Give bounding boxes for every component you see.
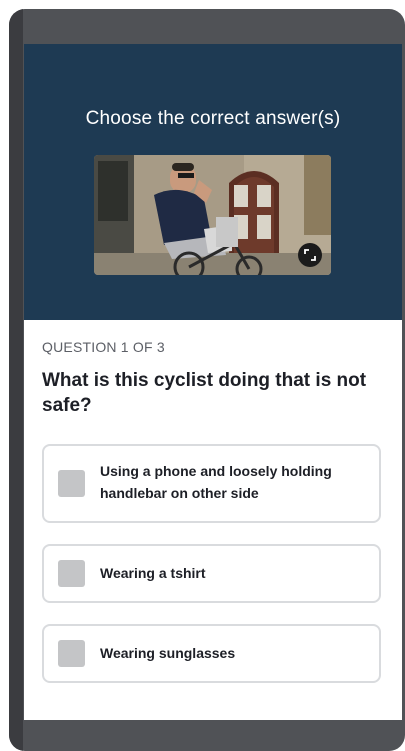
header-title: Choose the correct answer(s) <box>85 108 341 129</box>
cyclist-photo-image <box>94 155 331 275</box>
answer-checkbox-1[interactable] <box>58 470 85 497</box>
quiz-header: Choose the correct answer(s) <box>24 44 402 320</box>
answer-option-3[interactable]: Wearing sunglasses <box>42 624 381 683</box>
question-counter: QUESTION 1 OF 3 <box>42 339 165 355</box>
device-frame: Choose the correct answer(s) QUESTION 1 … <box>9 9 405 751</box>
expand-icon <box>304 249 316 261</box>
answer-option-2[interactable]: Wearing a tshirt <box>42 544 381 603</box>
answer-checkbox-3[interactable] <box>58 640 85 667</box>
answer-checkbox-2[interactable] <box>58 560 85 587</box>
answer-label-1: Using a phone and loosely holding handle… <box>100 463 332 501</box>
answer-label-3: Wearing sunglasses <box>100 645 236 661</box>
device-frame-edge <box>9 9 23 751</box>
answer-option-1[interactable]: Using a phone and loosely holding handle… <box>42 444 381 523</box>
quiz-screen: Choose the correct answer(s) QUESTION 1 … <box>24 44 402 720</box>
cyclist-photo[interactable] <box>94 155 331 275</box>
question-text: What is this cyclist doing that is not s… <box>42 370 367 416</box>
answer-label-2: Wearing a tshirt <box>100 565 206 581</box>
expand-image-button[interactable] <box>298 243 322 267</box>
